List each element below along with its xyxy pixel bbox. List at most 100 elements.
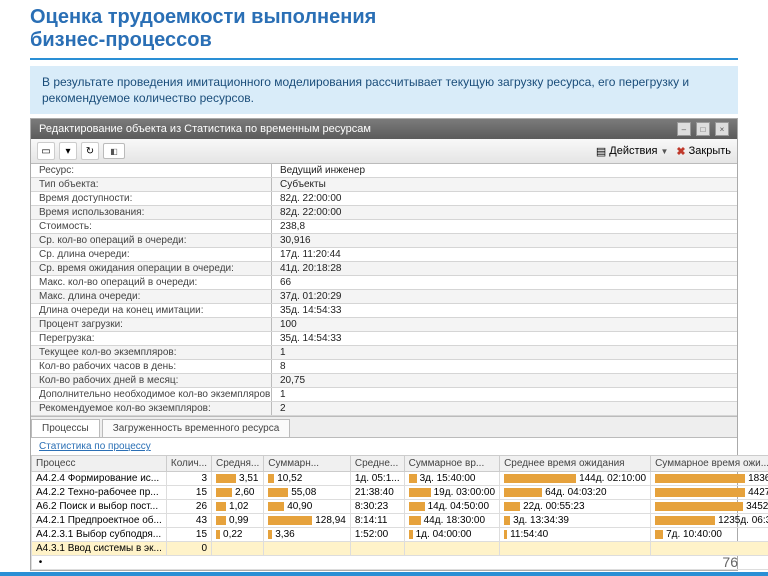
table-cell: 3 bbox=[166, 472, 211, 486]
stats-link[interactable]: Статистика по процессу bbox=[31, 438, 159, 455]
table-row[interactable]: A4.2.1 Предпроектное об...430,99128,948:… bbox=[32, 514, 768, 528]
property-value[interactable]: 35д. 14:54:33 bbox=[272, 304, 737, 317]
property-row: Время доступности:82д. 22:00:00 bbox=[31, 192, 737, 206]
close-icon[interactable]: × bbox=[715, 122, 729, 136]
property-row: Рекомендуемое кол-во экземпляров:2 bbox=[31, 402, 737, 416]
close-x-icon: ✖ bbox=[676, 145, 685, 158]
property-label: Время доступности: bbox=[31, 192, 272, 205]
table-cell: 15 bbox=[166, 486, 211, 500]
title-line-1: Оценка трудоемкости выполнения bbox=[30, 6, 376, 28]
col-avgw[interactable]: Среднее время ожидания bbox=[500, 456, 651, 472]
property-value[interactable]: 30,916 bbox=[272, 234, 737, 247]
actions-menu[interactable]: ▤ Действия ▼ bbox=[596, 145, 669, 158]
property-value[interactable]: 100 bbox=[272, 318, 737, 331]
property-row: Ср. время ожидания операции в очереди:41… bbox=[31, 262, 737, 276]
property-row: Ср. длина очереди:17д. 11:20:44 bbox=[31, 248, 737, 262]
title-separator bbox=[30, 58, 738, 60]
property-value[interactable]: 82д. 22:00:00 bbox=[272, 206, 737, 219]
page-number: 76 bbox=[722, 554, 738, 570]
col-sumt[interactable]: Суммарное вр... bbox=[404, 456, 499, 472]
table-cell: 21:38:40 bbox=[350, 486, 404, 500]
property-label: Время использования: bbox=[31, 206, 272, 219]
property-label: Перегрузка: bbox=[31, 332, 272, 345]
col-avg[interactable]: Средня... bbox=[212, 456, 264, 472]
property-value[interactable]: 66 bbox=[272, 276, 737, 289]
table-cell: 3д. 13:34:39 bbox=[500, 514, 651, 528]
property-value[interactable]: Ведущий инженер bbox=[272, 164, 737, 177]
property-grid: Ресурс:Ведущий инженерТип объекта:Субъек… bbox=[31, 164, 737, 416]
property-label: Макс. кол-во операций в очереди: bbox=[31, 276, 272, 289]
table-cell: 19д. 03:00:00 bbox=[404, 486, 499, 500]
table-row[interactable]: A4.2.2 Техно-рабочее пр...152,6055,0821:… bbox=[32, 486, 768, 500]
property-value[interactable]: 17д. 11:20:44 bbox=[272, 248, 737, 261]
process-area: Статистика по процессу Процесс Колич... … bbox=[31, 437, 737, 570]
property-label: Рекомендуемое кол-во экземпляров: bbox=[31, 402, 272, 415]
table-cell: A4.3.1 Ввод системы в эк... bbox=[32, 542, 167, 556]
chevron-down-icon: ▼ bbox=[660, 147, 668, 156]
table-cell bbox=[350, 542, 404, 556]
property-value[interactable]: 41д. 20:18:28 bbox=[272, 262, 737, 275]
table-cell: 44д. 18:30:00 bbox=[404, 514, 499, 528]
tab-processes[interactable]: Процессы bbox=[31, 419, 100, 437]
table-row[interactable]: A4.2.4 Формирование ис...33,5110,521д. 0… bbox=[32, 472, 768, 486]
close-button[interactable]: ✖ Закрыть bbox=[676, 145, 731, 158]
property-row: Текущее кол-во экземпляров:1 bbox=[31, 346, 737, 360]
col-qty[interactable]: Колич... bbox=[166, 456, 211, 472]
property-value[interactable]: 20,75 bbox=[272, 374, 737, 387]
table-cell: 8:14:11 bbox=[350, 514, 404, 528]
table-cell: 4427д. 00:30:00 bbox=[651, 486, 768, 500]
table-cell: 2,60 bbox=[212, 486, 264, 500]
tab-bar: Процессы Загруженность временного ресурс… bbox=[31, 416, 737, 437]
property-label: Дополнительно необходимое кол-во экземпл… bbox=[31, 388, 272, 401]
property-label: Длина очереди на конец имитации: bbox=[31, 304, 272, 317]
property-value[interactable]: 1 bbox=[272, 388, 737, 401]
property-label: Ср. длина очереди: bbox=[31, 248, 272, 261]
table-row[interactable]: A4.2.3.1 Выбор субподря...150,223,361:52… bbox=[32, 528, 768, 542]
maximize-icon[interactable]: □ bbox=[696, 122, 710, 136]
property-value[interactable]: 37д. 01:20:29 bbox=[272, 290, 737, 303]
window-title-bar: Редактирование объекта из Статистика по … bbox=[31, 119, 737, 139]
col-sumw[interactable]: Суммарное время ожи... bbox=[651, 456, 768, 472]
table-cell: 40,90 bbox=[264, 500, 351, 514]
table-cell: 1д. 04:00:00 bbox=[404, 528, 499, 542]
property-value[interactable]: 2 bbox=[272, 402, 737, 415]
document-icon[interactable]: ▭ bbox=[37, 142, 55, 160]
table-cell: 8:30:23 bbox=[350, 500, 404, 514]
toolbar-right: ▤ Действия ▼ ✖ Закрыть bbox=[596, 145, 731, 158]
minimize-icon[interactable]: ‒ bbox=[677, 122, 691, 136]
property-row: Ср. кол-во операций в очереди:30,916 bbox=[31, 234, 737, 248]
table-cell: 144д. 02:10:00 bbox=[500, 472, 651, 486]
col-avgt[interactable]: Средне... bbox=[350, 456, 404, 472]
property-value[interactable]: 35д. 14:54:33 bbox=[272, 332, 737, 345]
property-value[interactable]: 238,8 bbox=[272, 220, 737, 233]
table-cell: 0,99 bbox=[212, 514, 264, 528]
app-window: Редактирование объекта из Статистика по … bbox=[30, 118, 738, 571]
window-controls: ‒ □ × bbox=[675, 122, 729, 136]
table-cell: 43 bbox=[166, 514, 211, 528]
table-cell: 3,51 bbox=[212, 472, 264, 486]
tab-resource-load[interactable]: Загруженность временного ресурса bbox=[102, 419, 291, 437]
save-icon[interactable]: ▾ bbox=[59, 142, 77, 160]
table-cell bbox=[404, 542, 499, 556]
property-value[interactable]: 1 bbox=[272, 346, 737, 359]
table-row[interactable]: A4.3.1 Ввод системы в эк...0 bbox=[32, 542, 768, 556]
refresh-icon[interactable]: ↻ bbox=[81, 142, 99, 160]
info-text: В результате проведения имитационного мо… bbox=[42, 75, 689, 105]
col-sum[interactable]: Суммарн... bbox=[264, 456, 351, 472]
table-cell bbox=[651, 542, 768, 556]
property-value[interactable]: Субъекты bbox=[272, 178, 737, 191]
table-cell: 1,02 bbox=[212, 500, 264, 514]
col-process[interactable]: Процесс bbox=[32, 456, 167, 472]
table-cell: A4.2.1 Предпроектное об... bbox=[32, 514, 167, 528]
table-header-row: Процесс Колич... Средня... Суммарн... Ср… bbox=[32, 456, 768, 472]
property-row: Время использования:82д. 22:00:00 bbox=[31, 206, 737, 220]
property-value[interactable]: 82д. 22:00:00 bbox=[272, 192, 737, 205]
property-value[interactable]: 8 bbox=[272, 360, 737, 373]
table-cell: 7д. 10:40:00 bbox=[651, 528, 768, 542]
table-row[interactable]: A6.2 Поиск и выбор пост...261,0240,908:3… bbox=[32, 500, 768, 514]
table-cell: 3д. 15:40:00 bbox=[404, 472, 499, 486]
label-toggle-button[interactable]: ◧ bbox=[103, 143, 125, 159]
property-label: Текущее кол-во экземпляров: bbox=[31, 346, 272, 359]
footer-bar bbox=[0, 572, 768, 576]
property-label: Стоимость: bbox=[31, 220, 272, 233]
